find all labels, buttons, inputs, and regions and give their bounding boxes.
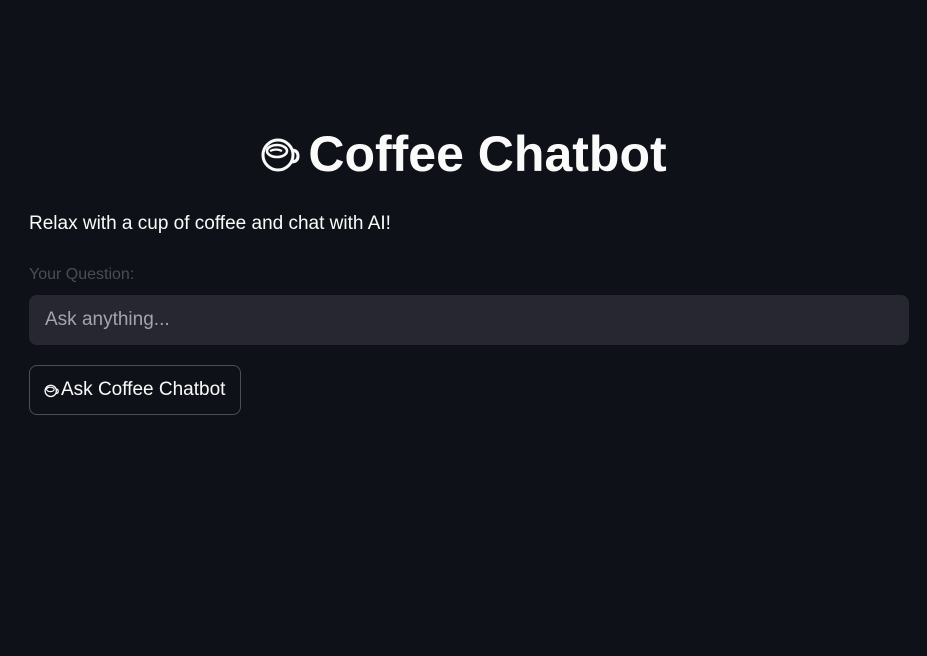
question-input[interactable]: [29, 295, 909, 345]
question-label: Your Question:: [29, 266, 135, 283]
ask-button-label: Ask Coffee Chatbot: [61, 379, 226, 400]
app-page: Coffee Chatbot Relax with a cup of coffe…: [0, 0, 927, 656]
coffee-cup-icon: [260, 134, 300, 174]
page-subtitle: Relax with a cup of coffee and chat with…: [29, 213, 391, 234]
page-title: Coffee Chatbot: [308, 126, 667, 182]
page-header: Coffee Chatbot: [0, 124, 927, 184]
ask-coffee-chatbot-button[interactable]: Ask Coffee Chatbot: [29, 365, 242, 415]
coffee-cup-icon: [44, 383, 59, 398]
